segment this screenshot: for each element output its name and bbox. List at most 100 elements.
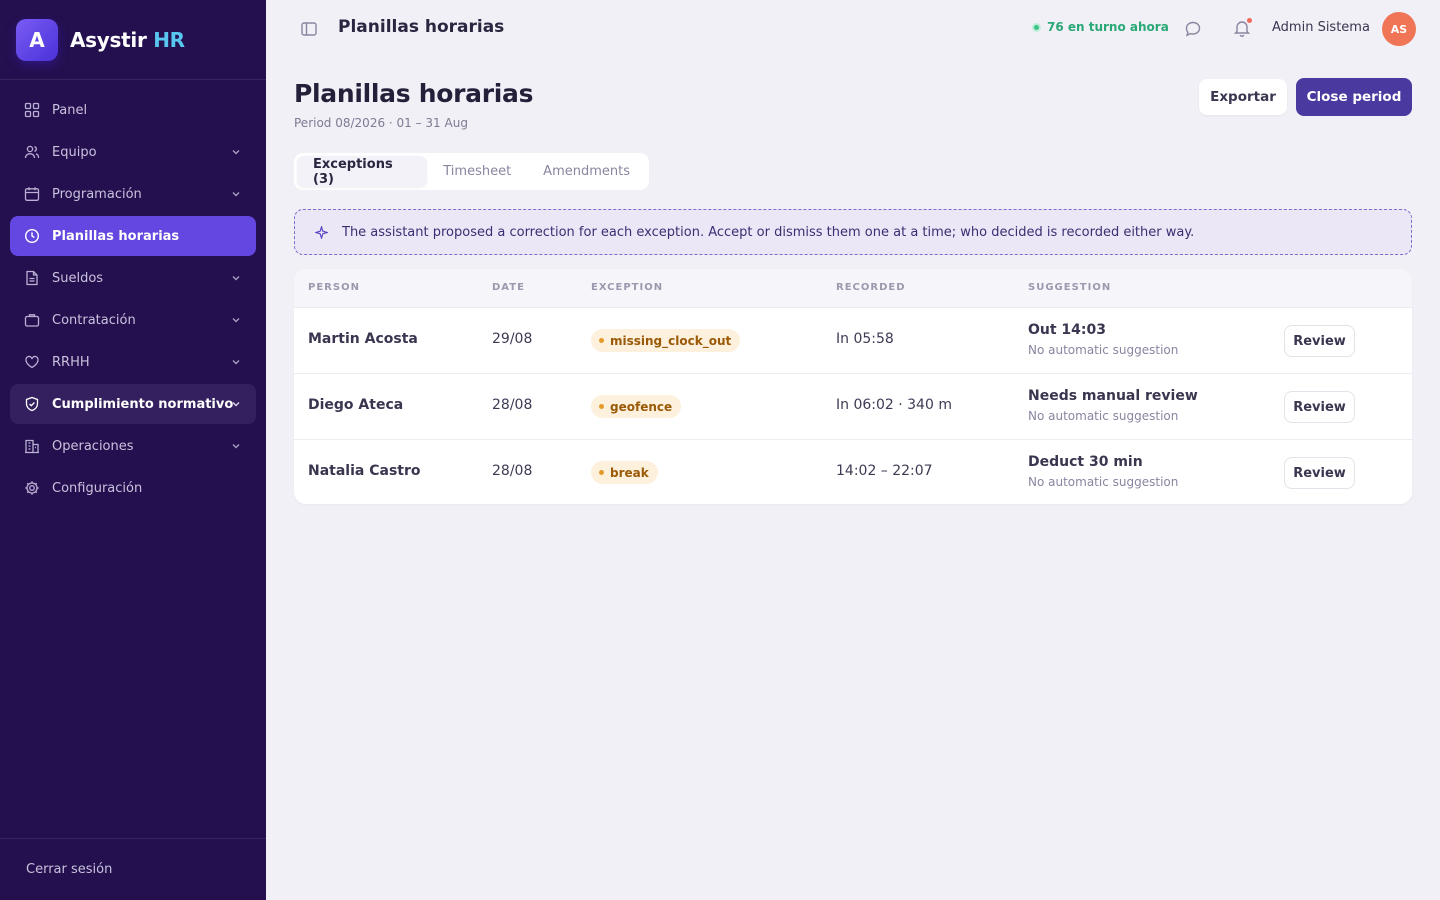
column-header-recorded: RECORDED [836, 282, 906, 293]
topbar: Planillas horarias 76 en turno ahora Adm… [266, 0, 1440, 57]
sidebar-item-programacion[interactable]: Programación [10, 174, 256, 214]
gear-icon [24, 480, 40, 496]
users-icon [24, 144, 40, 160]
exceptions-table: PERSON DATE EXCEPTION RECORDED SUGGESTIO… [294, 269, 1412, 504]
logo[interactable]: A [16, 18, 58, 61]
notification-dot [1247, 18, 1252, 23]
sidebar-item-label: Configuración [52, 480, 143, 496]
on-shift-status[interactable]: 76 en turno ahora [1032, 20, 1169, 34]
document-icon [24, 270, 40, 286]
sidebar-item-label: Panel [52, 102, 88, 118]
suggestion-note: No automatic suggestion [1028, 409, 1179, 423]
avatar[interactable]: AS [1382, 12, 1416, 46]
exception-badge: geofence [591, 395, 682, 418]
recorded-cell: 14:02 – 22:07 [836, 463, 933, 479]
clock-icon [24, 228, 40, 244]
brand-name: Asystir HR [70, 28, 185, 52]
column-header-person: PERSON [308, 282, 360, 293]
table-header: PERSON DATE EXCEPTION RECORDED SUGGESTIO… [294, 269, 1412, 307]
person-name: Diego Ateca [308, 397, 404, 413]
person-name: Natalia Castro [308, 463, 421, 479]
logout-link[interactable]: Cerrar sesión [26, 862, 112, 877]
sidebar-item-operaciones[interactable]: Operaciones [10, 426, 256, 466]
suggestion-title: Deduct 30 min [1028, 454, 1143, 470]
chevron-down-icon [230, 356, 242, 368]
tab-amendments[interactable]: Amendments [527, 156, 646, 187]
briefcase-icon [24, 312, 40, 328]
column-header-suggestion: SUGGESTION [1028, 282, 1112, 293]
chevron-down-icon [230, 146, 242, 158]
review-button[interactable]: Review [1284, 457, 1355, 489]
tab-exceptions[interactable]: Exceptions (3) [297, 156, 428, 187]
sidebar-item-label: Equipo [52, 144, 97, 160]
badge-dot-icon [599, 338, 604, 343]
export-button[interactable]: Exportar [1199, 79, 1287, 115]
exception-badge: break [591, 461, 658, 484]
sidebar-item-contratacion[interactable]: Contratación [10, 300, 256, 340]
heart-icon [24, 354, 40, 370]
chevron-down-icon [230, 188, 242, 200]
brand-name-suffix: HR [153, 27, 185, 52]
sidebar-item-rrhh[interactable]: RRHH [10, 342, 256, 382]
person-name: Martin Acosta [308, 331, 418, 347]
brand-name-main: Asystir [70, 27, 147, 52]
review-button[interactable]: Review [1284, 391, 1355, 423]
recorded-cell: In 06:02 · 340 m [836, 397, 952, 413]
on-shift-status-label: 76 en turno ahora [1047, 20, 1169, 34]
exception-badge-label: missing_clock_out [610, 333, 732, 348]
column-header-exception: EXCEPTION [591, 282, 664, 293]
date-cell: 28/08 [492, 397, 533, 413]
assistant-banner: The assistant proposed a correction for … [294, 209, 1412, 255]
review-button[interactable]: Review [1284, 325, 1355, 357]
date-cell: 29/08 [492, 331, 533, 347]
badge-dot-icon [599, 470, 604, 475]
sidebar-toggle-icon[interactable] [300, 20, 318, 38]
sidebar-item-label: Operaciones [52, 438, 134, 454]
sidebar-item-label: Planillas horarias [52, 228, 180, 244]
topbar-title: Planillas horarias [338, 17, 505, 37]
page-title: Planillas horarias [294, 79, 534, 108]
table-row[interactable]: Natalia Castro 28/08 break 14:02 – 22:07… [294, 439, 1412, 504]
recorded-cell: In 05:58 [836, 331, 894, 347]
building-icon [24, 438, 40, 454]
sidebar-footer: Cerrar sesión [0, 838, 266, 900]
chevron-down-icon [230, 314, 242, 326]
sidebar-item-planillas-horarias[interactable]: Planillas horarias [10, 216, 256, 256]
tab-timesheet[interactable]: Timesheet [427, 156, 527, 187]
exception-badge-label: break [610, 465, 649, 480]
close-period-button[interactable]: Close period [1296, 78, 1412, 116]
sparkle-icon [315, 225, 328, 239]
user-name[interactable]: Admin Sistema [1272, 20, 1370, 35]
badge-dot-icon [599, 404, 604, 409]
sidebar-item-label: Cumplimiento normativo [52, 396, 234, 412]
sidebar-item-equipo[interactable]: Equipo [10, 132, 256, 172]
assistant-banner-text: The assistant proposed a correction for … [342, 224, 1195, 240]
table-row[interactable]: Martin Acosta 29/08 missing_clock_out In… [294, 307, 1412, 373]
sidebar-item-configuracion[interactable]: Configuración [10, 468, 256, 508]
sidebar-nav: Panel Equipo Programación Planillas hora… [0, 80, 266, 508]
table-row[interactable]: Diego Ateca 28/08 geofence In 06:02 · 34… [294, 373, 1412, 439]
sidebar-item-cumplimiento-normativo[interactable]: Cumplimiento normativo [10, 384, 256, 424]
sidebar: A Asystir HR Panel Equipo Programación P… [0, 0, 266, 900]
tabs: Exceptions (3) Timesheet Amendments [294, 153, 649, 190]
chat-icon[interactable] [1184, 20, 1202, 38]
exception-badge: missing_clock_out [591, 329, 741, 352]
exception-badge-label: geofence [610, 399, 673, 414]
sidebar-item-panel[interactable]: Panel [10, 90, 256, 130]
sidebar-item-sueldos[interactable]: Sueldos [10, 258, 256, 298]
sidebar-item-label: Sueldos [52, 270, 104, 286]
suggestion-title: Out 14:03 [1028, 322, 1106, 338]
chevron-down-icon [230, 398, 242, 410]
period-subtitle: Period 08/2026 · 01 – 31 Aug [294, 116, 468, 130]
suggestion-note: No automatic suggestion [1028, 475, 1179, 489]
brand: A Asystir HR [0, 0, 266, 80]
calendar-icon [24, 186, 40, 202]
chevron-down-icon [230, 272, 242, 284]
chevron-down-icon [230, 440, 242, 452]
date-cell: 28/08 [492, 463, 533, 479]
shield-icon [24, 396, 40, 412]
suggestion-note: No automatic suggestion [1028, 343, 1179, 357]
column-header-date: DATE [492, 282, 525, 293]
status-dot-icon [1032, 22, 1041, 32]
sidebar-item-label: RRHH [52, 354, 90, 370]
